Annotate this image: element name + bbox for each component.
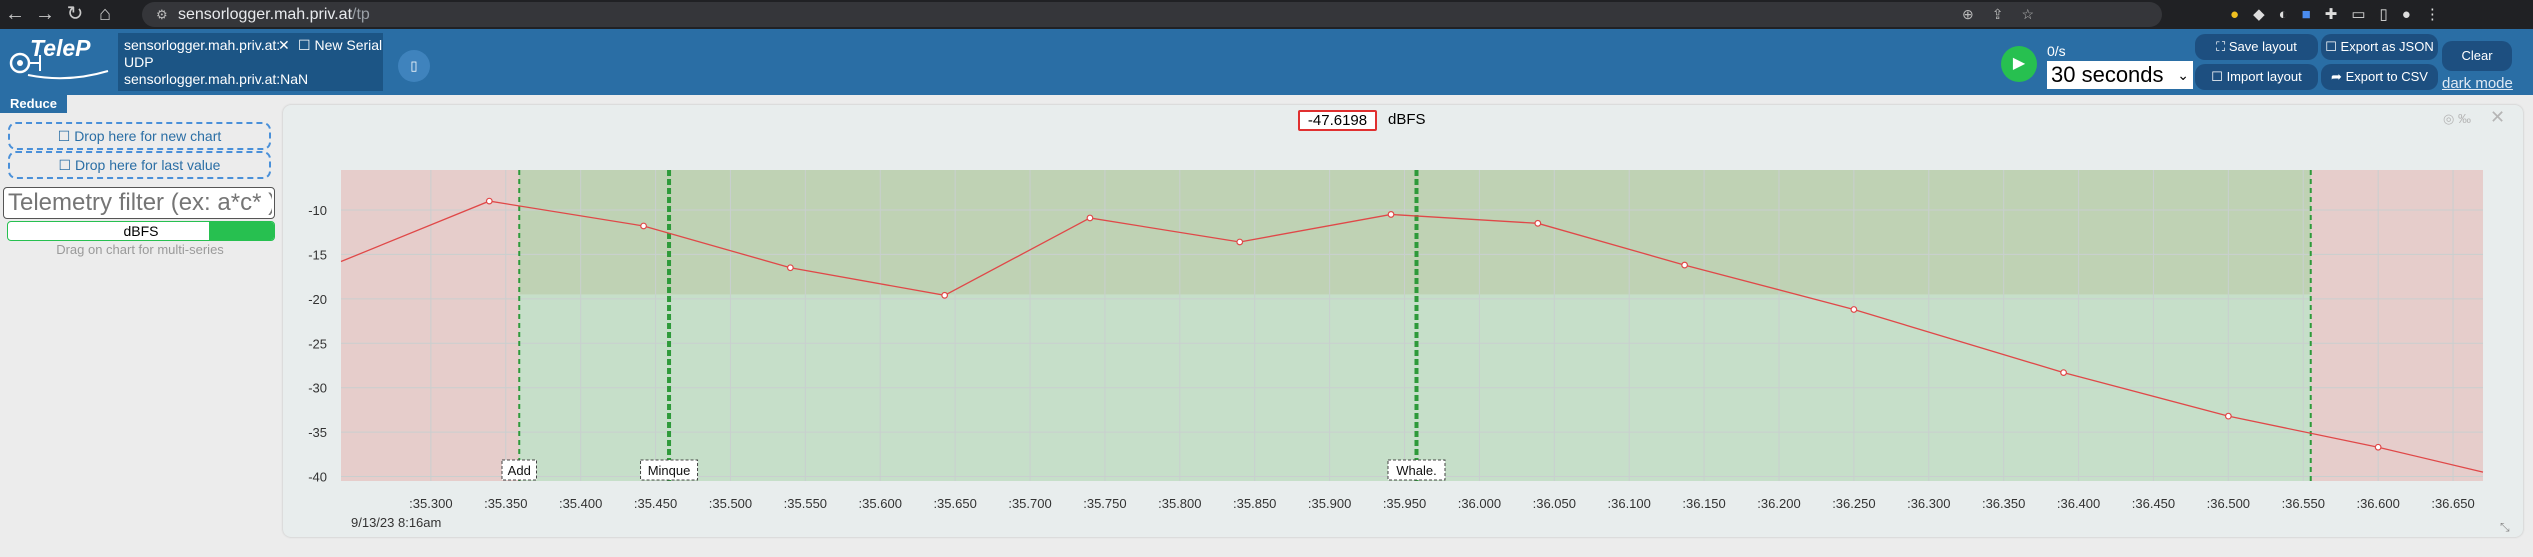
x-tick-label: :35.400 xyxy=(559,496,602,511)
x-tick-label: :35.350 xyxy=(484,496,527,511)
x-tick-label: :36.050 xyxy=(1533,496,1576,511)
x-tick-label: :35.900 xyxy=(1308,496,1351,511)
x-tick-label: :35.700 xyxy=(1008,496,1051,511)
red-region xyxy=(2310,170,2483,481)
x-tick-label: :36.350 xyxy=(1982,496,2025,511)
data-point xyxy=(1534,219,1542,227)
x-tick-label: :36.150 xyxy=(1682,496,1725,511)
x-tick-label: :36.200 xyxy=(1757,496,1800,511)
x-tick-label: :35.500 xyxy=(709,496,752,511)
x-tick-label: :36.250 xyxy=(1832,496,1875,511)
x-tick-label: :35.750 xyxy=(1083,496,1126,511)
x-tick-label: :35.950 xyxy=(1383,496,1426,511)
data-point xyxy=(1850,306,1858,313)
y-tick-label: -20 xyxy=(308,292,327,307)
y-tick-label: -35 xyxy=(308,425,327,440)
data-point xyxy=(2224,412,2232,420)
data-point xyxy=(786,264,794,272)
x-tick-label: :35.550 xyxy=(784,496,827,511)
x-tick-label: :35.600 xyxy=(859,496,902,511)
x-tick-label: :36.600 xyxy=(2356,496,2399,511)
y-tick-label: -40 xyxy=(308,470,327,485)
x-tick-label: :36.100 xyxy=(1608,496,1651,511)
data-point xyxy=(485,197,493,205)
data-point xyxy=(2374,443,2382,451)
data-point xyxy=(2060,369,2067,376)
x-tick-label: :35.800 xyxy=(1158,496,1201,511)
x-tick-label: :36.500 xyxy=(2207,496,2250,511)
x-tick-label: :36.450 xyxy=(2132,496,2175,511)
x-tick-label: :35.300 xyxy=(409,496,452,511)
date-label: 9/13/23 8:16am xyxy=(351,515,441,530)
x-tick-label: :36.550 xyxy=(2282,496,2325,511)
data-point xyxy=(1387,211,1395,218)
marker-label: Whale. xyxy=(1396,463,1436,478)
marker-label: Minque xyxy=(648,463,691,478)
data-point xyxy=(1236,238,1244,246)
data-point xyxy=(1681,261,1689,269)
x-tick-label: :35.850 xyxy=(1233,496,1276,511)
y-tick-label: -25 xyxy=(308,336,327,351)
x-tick-label: :36.650 xyxy=(2431,496,2474,511)
x-tick-label: :36.300 xyxy=(1907,496,1950,511)
x-tick-label: :36.000 xyxy=(1458,496,1501,511)
telemetry-chart[interactable]: -10 -15 -20 -25 -30 -35 -40 :35.300 :35.350 :35.4… xyxy=(0,0,2533,557)
red-region xyxy=(341,170,520,481)
x-tick-label: :35.650 xyxy=(933,496,976,511)
x-tick-label: :36.400 xyxy=(2057,496,2100,511)
marker-label: Add xyxy=(508,463,531,478)
y-tick-label: -10 xyxy=(308,203,327,218)
x-tick-label: :35.450 xyxy=(634,496,677,511)
y-tick-label: -15 xyxy=(308,247,327,262)
y-tick-label: -30 xyxy=(308,381,327,396)
data-point xyxy=(1086,214,1094,222)
data-point xyxy=(941,291,949,299)
data-point xyxy=(640,222,647,230)
